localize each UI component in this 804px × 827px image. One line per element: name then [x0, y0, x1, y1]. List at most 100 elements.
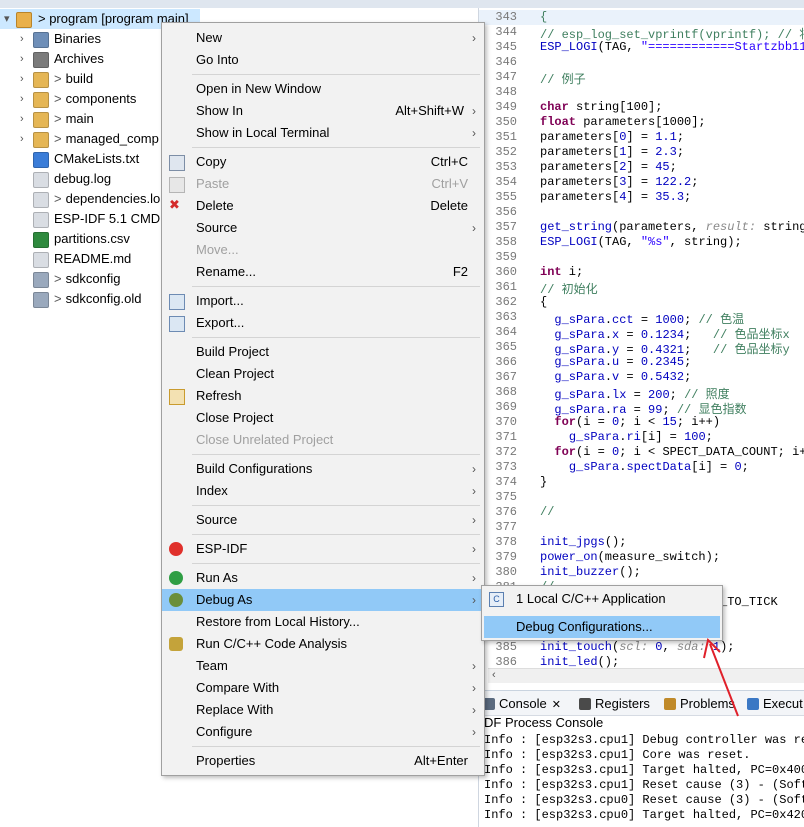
console-tab-label: Execut	[763, 696, 803, 711]
menu-item[interactable]: Replace With ›	[162, 699, 484, 721]
chevron-right-icon: ›	[472, 593, 476, 607]
project-icon	[16, 12, 32, 28]
folder-icon	[33, 72, 49, 88]
chevron-left-icon[interactable]: ‹	[492, 669, 496, 681]
menu-item: Move...	[162, 239, 484, 261]
console-line: Info : [esp32s3.cpu1] Debug controller w…	[484, 733, 804, 747]
code-line: float parameters[1000];	[540, 115, 706, 129]
console-tab[interactable]: Console ✕	[483, 695, 561, 713]
menu-separator	[192, 534, 480, 535]
chevron-right-icon[interactable]: ›	[20, 89, 30, 109]
submenu-item[interactable]: Debug Configurations...	[484, 616, 720, 638]
console-tab[interactable]: Registers	[579, 695, 650, 713]
menu-item[interactable]: Show in Local Terminal ›	[162, 122, 484, 144]
code-line: int i;	[540, 265, 584, 279]
editor-horizontal-scrollbar[interactable]: ‹	[488, 668, 804, 683]
menu-item[interactable]: Restore from Local History...	[162, 611, 484, 633]
menu-item[interactable]: Rename... F2	[162, 261, 484, 283]
chevron-right-icon[interactable]: ›	[20, 69, 30, 89]
menu-separator	[192, 74, 480, 75]
tree-item-label: Archives	[54, 51, 104, 66]
menu-item[interactable]: Clean Project	[162, 363, 484, 385]
menu-item[interactable]: Source ›	[162, 509, 484, 531]
menu-item[interactable]: Configure ›	[162, 721, 484, 743]
menu-item[interactable]: Import...	[162, 290, 484, 312]
console-tab[interactable]: Execut	[747, 695, 803, 713]
menu-item-label: Restore from Local History...	[196, 614, 360, 629]
tree-item-decoration: >	[54, 191, 62, 206]
menu-item-shortcut: Ctrl+V	[431, 176, 468, 191]
menu-item[interactable]: Run C/C++ Code Analysis	[162, 633, 484, 655]
tree-item-label: components	[65, 91, 137, 106]
debug-as-submenu: C 1 Local C/C++ Application Debug Configur…	[481, 585, 723, 641]
menu-item[interactable]: Compare With ›	[162, 677, 484, 699]
folder-icon	[33, 92, 49, 108]
console-output[interactable]: Info : [esp32s3.cpu1] Debug controller w…	[479, 733, 804, 827]
menu-item[interactable]: Build Configurations ›	[162, 458, 484, 480]
menu-item-label: Clean Project	[196, 366, 275, 381]
menu-item[interactable]: Open in New Window	[162, 78, 484, 100]
menu-item[interactable]: ✖ Delete Delete	[162, 195, 484, 217]
chevron-right-icon: ›	[472, 571, 476, 585]
menu-item-shortcut: Alt+Enter	[414, 753, 468, 768]
menu-item[interactable]: Build Project	[162, 341, 484, 363]
tree-item-decoration: >	[54, 91, 62, 106]
code-line: for(i = 0; i < 15; i++)	[554, 415, 721, 429]
menu-item[interactable]: New ›	[162, 27, 484, 49]
menu-item-label: Debug As	[196, 592, 253, 607]
menu-item[interactable]: Source ›	[162, 217, 484, 239]
registers-icon	[579, 698, 591, 710]
menu-item-label: ESP-IDF	[196, 541, 248, 556]
menu-item-label: Build Configurations	[196, 461, 313, 476]
menu-item[interactable]: Properties Alt+Enter	[162, 750, 484, 772]
chevron-right-icon: ›	[472, 542, 476, 556]
menu-item-label: Team	[196, 658, 228, 673]
menu-item[interactable]: Run As ›	[162, 567, 484, 589]
submenu-item-label: Debug Configurations...	[516, 619, 653, 634]
binaries-icon	[33, 32, 49, 48]
file-icon	[33, 192, 49, 208]
chevron-right-icon: ›	[472, 659, 476, 673]
code-line: parameters[2] = 45;	[540, 160, 677, 174]
tree-item-label: main	[65, 111, 94, 126]
menu-item[interactable]: Go Into	[162, 49, 484, 71]
close-icon[interactable]: ✕	[552, 699, 561, 711]
menu-separator	[192, 454, 480, 455]
menu-separator	[192, 147, 480, 148]
menu-item[interactable]: Close Project	[162, 407, 484, 429]
chevron-right-icon[interactable]: ›	[20, 29, 30, 49]
code-line: g_sPara.spectData[i] = 0;	[568, 460, 749, 474]
menu-item[interactable]: Team ›	[162, 655, 484, 677]
file-icon	[33, 172, 49, 188]
menu-item-label: Show In	[196, 103, 243, 118]
menu-item[interactable]: Debug As ›	[162, 589, 484, 611]
menu-item-label: Rename...	[196, 264, 256, 279]
code-analysis-icon	[169, 637, 183, 651]
console-line: Info : [esp32s3.cpu1] Target halted, PC=…	[484, 763, 804, 777]
menu-item[interactable]: Copy Ctrl+C	[162, 151, 484, 173]
chevron-right-icon: ›	[472, 484, 476, 498]
menu-item[interactable]: Show In Alt+Shift+W ›	[162, 100, 484, 122]
console-title: DF Process Console	[484, 715, 604, 730]
tree-item-decoration: >	[54, 131, 62, 146]
chevron-right-icon[interactable]: ›	[20, 129, 30, 149]
submenu-item-label: 1 Local C/C++ Application	[516, 591, 666, 606]
chevron-down-icon[interactable]: ▾	[4, 9, 14, 29]
folder-icon	[33, 112, 49, 128]
menu-item-label: Copy	[196, 154, 227, 169]
paste-icon	[169, 177, 185, 193]
menu-separator	[192, 505, 480, 506]
menu-item[interactable]: Index ›	[162, 480, 484, 502]
submenu-item[interactable]: C 1 Local C/C++ Application	[482, 588, 722, 610]
chevron-right-icon: ›	[472, 513, 476, 527]
chevron-right-icon[interactable]: ›	[20, 109, 30, 129]
annotation-arrow-icon	[703, 638, 739, 717]
chevron-right-icon[interactable]: ›	[20, 49, 30, 69]
menu-item[interactable]: Export...	[162, 312, 484, 334]
menu-item[interactable]: ESP-IDF ›	[162, 538, 484, 560]
menu-item[interactable]: Refresh	[162, 385, 484, 407]
menu-item-label: Open in New Window	[196, 81, 321, 96]
file-icon	[33, 252, 49, 268]
code-editor[interactable]: 343{344// esp_log_set_vprintf(vprintf); …	[479, 8, 804, 684]
menu-item-label: Source	[196, 512, 238, 527]
